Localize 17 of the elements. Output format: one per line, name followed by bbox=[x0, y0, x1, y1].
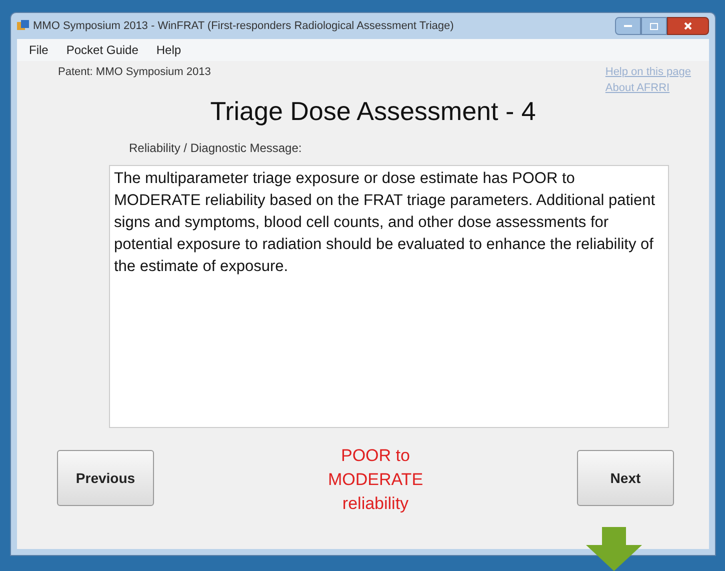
message-label: Reliability / Diagnostic Message: bbox=[129, 140, 303, 157]
close-button[interactable] bbox=[667, 17, 709, 35]
window-title: MMO Symposium 2013 - WinFRAT (First-responders Radiological Assessment Triage) bbox=[33, 18, 455, 34]
previous-button[interactable]: Previous bbox=[57, 450, 154, 506]
app-icon bbox=[17, 20, 29, 32]
page-heading: Triage Dose Assessment - 4 bbox=[209, 95, 537, 128]
down-arrow-icon bbox=[586, 527, 642, 571]
minimize-button[interactable] bbox=[615, 17, 641, 35]
menu-item[interactable]: Pocket Guide bbox=[66, 41, 138, 59]
message-box[interactable]: The multiparameter triage exposure or dose estimate has POOR to MODERATE reliability based on the FRAT triage parameters. Additional patient signs and symptoms, blood cell counts, and other dose assessments for potential exposure to radiation should be evaluated to enhance the reliability of the estimate of exposure. bbox=[109, 165, 669, 428]
next-button[interactable]: Next bbox=[576, 450, 674, 506]
menu-item[interactable]: Help bbox=[156, 41, 182, 59]
close-icon bbox=[684, 22, 692, 30]
menu-item[interactable]: File bbox=[29, 41, 48, 59]
reliability-status: POOR to MODERATE reliability bbox=[326, 445, 424, 515]
maximize-button[interactable] bbox=[641, 17, 667, 35]
patient-label: Patent: MMO Symposium 2013 bbox=[58, 65, 211, 80]
